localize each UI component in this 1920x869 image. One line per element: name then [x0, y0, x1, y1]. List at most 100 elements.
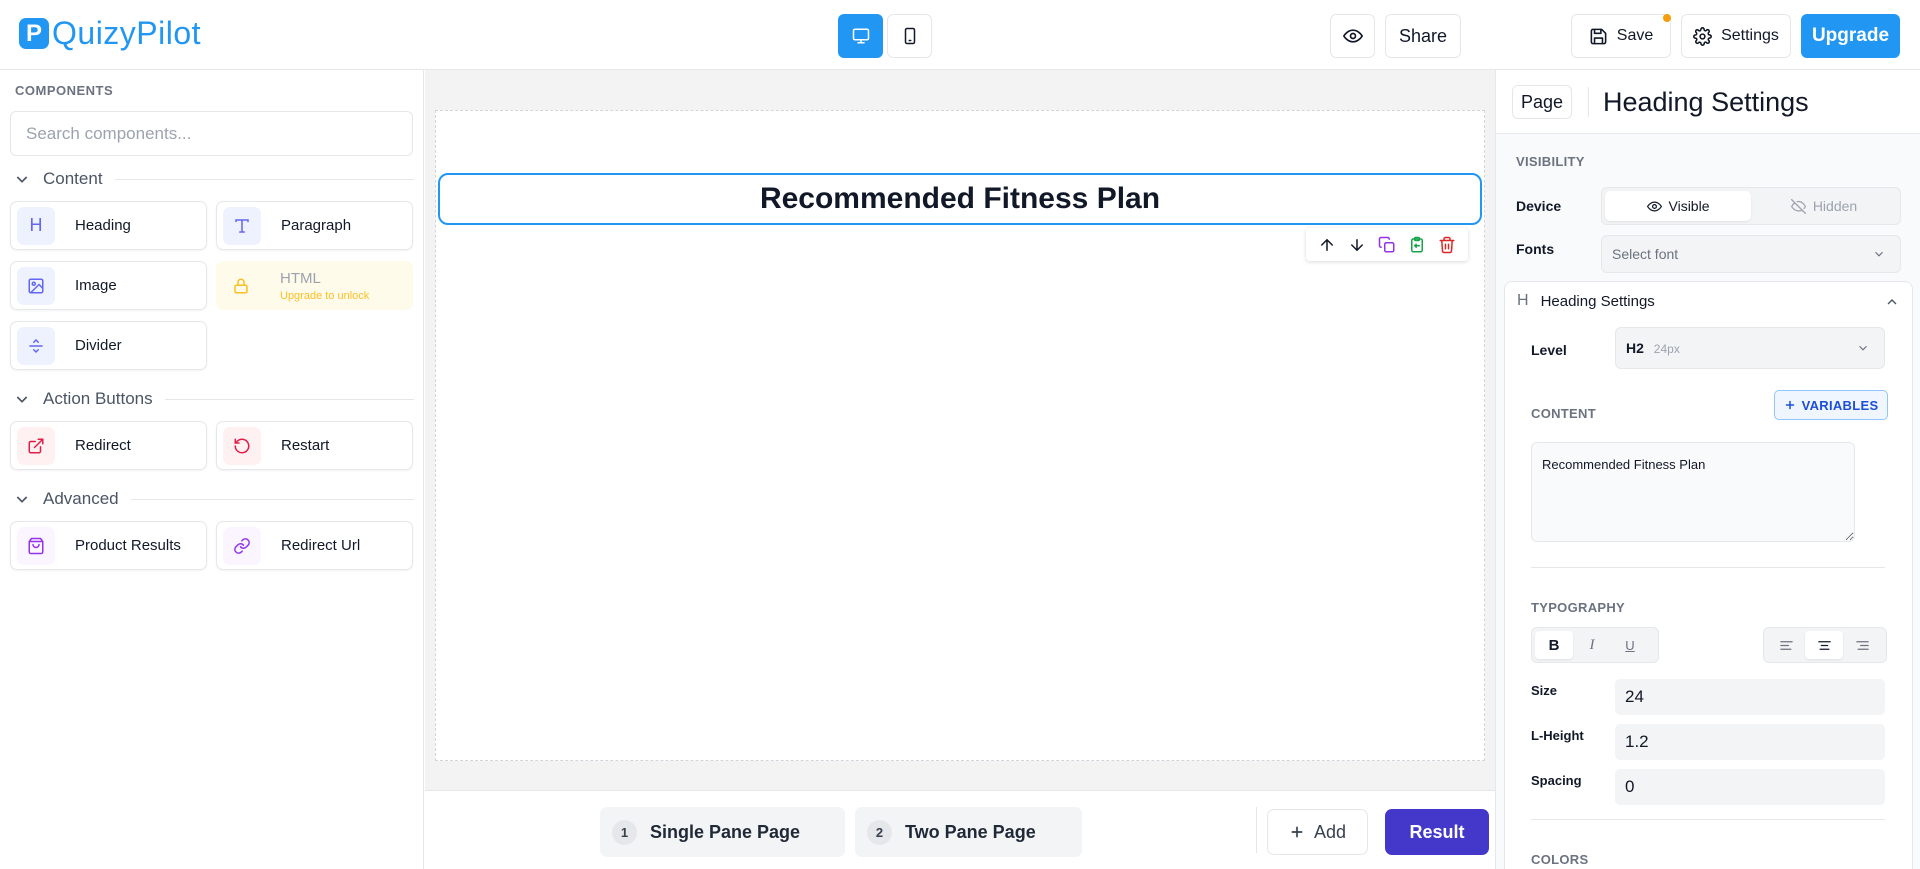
component-product-results[interactable]: Product Results	[10, 521, 207, 570]
upgrade-button[interactable]: Upgrade	[1801, 14, 1900, 58]
section-toggle-content[interactable]: Content	[14, 166, 414, 192]
element-toolbar	[1306, 228, 1468, 261]
bar-divider	[1256, 807, 1257, 853]
heading-level-select[interactable]: H2 24px	[1615, 327, 1885, 369]
chevron-down-icon	[1856, 341, 1870, 355]
save-icon	[1589, 27, 1608, 46]
section-toggle-action-buttons[interactable]: Action Buttons	[14, 386, 414, 412]
chevron-down-icon	[14, 491, 30, 507]
arrow-up-icon[interactable]	[1318, 236, 1336, 254]
image-icon	[17, 266, 55, 305]
page-canvas[interactable]: Recommended Fitness Plan	[435, 110, 1485, 761]
heading-settings-toggle[interactable]: H Heading Settings	[1517, 292, 1655, 310]
component-paragraph[interactable]: Paragraph	[216, 201, 413, 250]
level-name: H2	[1626, 340, 1644, 356]
component-html-locked[interactable]: HTML Upgrade to unlock	[216, 261, 413, 310]
fonts-label: Fonts	[1516, 241, 1555, 257]
header-divider	[1588, 87, 1589, 117]
level-label: Level	[1531, 342, 1567, 358]
letter-spacing-input[interactable]	[1615, 769, 1885, 805]
chevron-down-icon	[14, 391, 30, 407]
share-button[interactable]: Share	[1385, 14, 1461, 58]
font-select-value: Select font	[1612, 246, 1679, 262]
settings-button[interactable]: Settings	[1681, 14, 1791, 58]
underline-button[interactable]: U	[1611, 631, 1649, 659]
external-link-icon	[17, 426, 55, 465]
page-settings-button[interactable]: Page	[1512, 85, 1572, 119]
component-label: Divider	[75, 337, 122, 354]
alignment-group	[1763, 627, 1887, 663]
result-button[interactable]: Result	[1385, 809, 1489, 855]
section-toggle-advanced[interactable]: Advanced	[14, 486, 414, 512]
selected-heading-element[interactable]: Recommended Fitness Plan	[438, 173, 1482, 225]
panel-header: Page Heading Settings	[1496, 70, 1920, 134]
component-divider[interactable]: Divider	[10, 321, 207, 370]
heading-content-textarea[interactable]: Recommended Fitness Plan	[1531, 442, 1855, 542]
plus-icon	[1289, 824, 1305, 840]
mobile-view-button[interactable]	[887, 14, 932, 58]
card-title: Heading Settings	[1540, 292, 1655, 310]
visible-option[interactable]: Visible	[1605, 191, 1751, 221]
component-redirect[interactable]: Redirect	[10, 421, 207, 470]
search-components-input[interactable]	[10, 111, 413, 156]
line-height-input[interactable]	[1615, 724, 1885, 760]
italic-button[interactable]: I	[1573, 631, 1611, 659]
size-label: Size	[1531, 683, 1558, 698]
visibility-toggle: Visible Hidden	[1601, 187, 1901, 225]
logo[interactable]: P QuizyPilot	[19, 15, 201, 52]
visible-label: Visible	[1668, 198, 1710, 214]
pages-bar: 1 Single Pane Page 2 Two Pane Page Add R…	[425, 790, 1495, 869]
page-label: Single Pane Page	[650, 821, 801, 842]
heading-icon: H	[17, 206, 55, 245]
chevron-up-icon[interactable]	[1884, 294, 1900, 310]
line-height-label: L-Height	[1531, 728, 1584, 743]
spacing-label: Spacing	[1531, 773, 1582, 788]
section-divider	[1531, 567, 1885, 568]
component-heading[interactable]: H Heading	[10, 201, 207, 250]
level-hint: 24px	[1653, 342, 1680, 356]
section-label: Content	[43, 169, 103, 188]
trash-icon[interactable]	[1438, 236, 1456, 254]
page-number: 1	[612, 819, 637, 845]
component-restart[interactable]: Restart	[216, 421, 413, 470]
section-label: Advanced	[43, 489, 119, 508]
colors-heading: COLORS	[1531, 852, 1589, 867]
duplicate-icon[interactable]	[1378, 236, 1396, 254]
bold-button[interactable]: B	[1535, 631, 1573, 659]
settings-label: Settings	[1721, 27, 1779, 44]
eye-icon	[1342, 26, 1363, 46]
plus-icon	[1784, 399, 1796, 411]
align-right-icon[interactable]	[1843, 631, 1881, 659]
desktop-view-button[interactable]	[838, 14, 883, 58]
arrow-down-icon[interactable]	[1348, 236, 1366, 254]
hidden-option[interactable]: Hidden	[1751, 191, 1897, 221]
text-icon	[223, 206, 261, 245]
align-left-icon[interactable]	[1767, 631, 1805, 659]
link-icon	[223, 526, 261, 565]
logo-mark: P	[19, 18, 49, 49]
lock-icon	[222, 267, 260, 305]
font-select[interactable]: Select font	[1601, 235, 1901, 273]
component-label: Heading	[75, 217, 131, 234]
page-tab[interactable]: 1 Single Pane Page	[600, 807, 845, 857]
page-tab[interactable]: 2 Two Pane Page	[855, 807, 1082, 857]
gear-icon	[1693, 26, 1713, 46]
desktop-icon	[852, 27, 870, 45]
device-label: Device	[1516, 198, 1562, 214]
clipboard-paste-icon[interactable]	[1408, 236, 1426, 254]
preview-button[interactable]	[1330, 14, 1375, 58]
component-redirect-url[interactable]: Redirect Url	[216, 521, 413, 570]
add-page-button[interactable]: Add	[1267, 809, 1368, 855]
text-style-group: B I U	[1531, 627, 1659, 663]
align-center-icon[interactable]	[1805, 631, 1843, 659]
font-size-input[interactable]	[1615, 679, 1885, 715]
components-sidebar: COMPONENTS Content H Heading Paragraph I…	[0, 70, 424, 869]
add-label: Add	[1313, 821, 1347, 842]
chevron-down-icon	[1872, 247, 1886, 261]
page-number: 2	[867, 819, 892, 845]
variables-button[interactable]: VARIABLES	[1774, 390, 1888, 420]
shopping-bag-icon	[17, 526, 55, 565]
component-image[interactable]: Image	[10, 261, 207, 310]
heading-icon: H	[1517, 292, 1529, 309]
save-button[interactable]: Save	[1571, 14, 1671, 58]
